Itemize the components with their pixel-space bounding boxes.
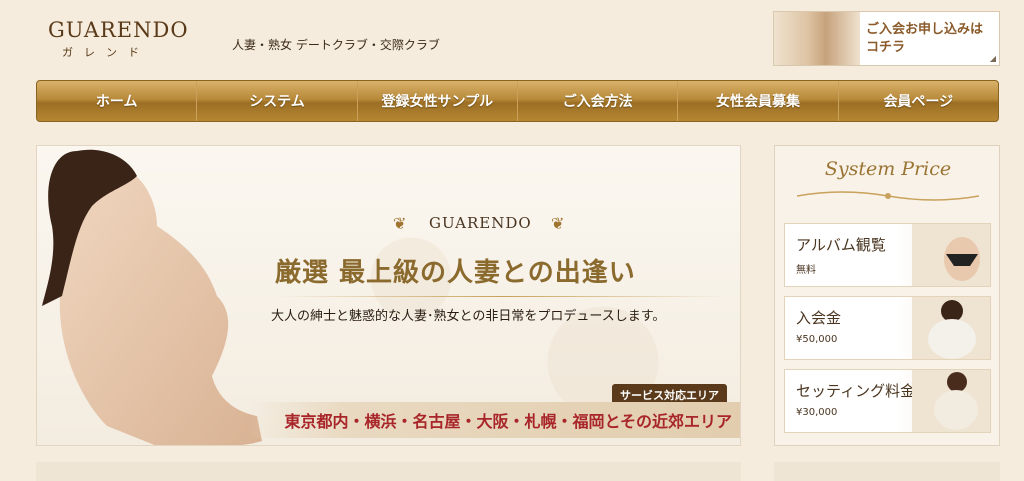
service-area-bar: 東京都内・横浜・名古屋・大阪・札幌・福岡とその近郊エリア [249,402,740,438]
nav-item-members[interactable]: 会員ページ [839,81,998,121]
footer-strip [36,462,741,481]
price-card-setting[interactable]: セッティング料金 ¥30,000 [784,369,991,433]
join-line-2: コチラ [866,40,906,55]
join-banner-photo [774,12,860,65]
price-value: ¥30,000 [796,407,838,418]
price-name: アルバム観覧 [796,236,886,254]
system-price-panel: System Price アルバム観覧 無料 入会金 ¥50,000 セッティン… [774,145,1000,446]
price-card-entry[interactable]: 入会金 ¥50,000 [784,296,991,360]
nav-item-samples[interactable]: 登録女性サンプル [358,81,518,121]
corner-arrow-icon: ◢ [989,54,996,63]
price-value: 無料 [796,265,816,276]
main-nav: ホーム システム 登録女性サンプル ご入会方法 女性会員募集 会員ページ [36,80,999,122]
price-photo [912,370,990,432]
hero-title: 厳選 最上級の人妻との出逢い [275,258,636,288]
service-area-text: 東京都内・横浜・名古屋・大阪・札幌・福岡とその近郊エリア [284,412,732,431]
hero-divider [277,296,727,297]
join-banner[interactable]: ご入会お申し込みは コチラ ◢ [773,11,1000,66]
price-photo [912,297,990,359]
nav-item-system[interactable]: システム [197,81,358,121]
logo-main-text: GUARENDO [48,18,189,42]
ornament-left-icon: ❦ [393,214,407,233]
site-tagline: 人妻・熟女 デートクラブ・交際クラブ [232,38,440,52]
ornament-right-icon: ❦ [551,214,565,233]
footer-strip-side [774,462,1000,481]
site-header: GUARENDO ガレンド 人妻・熟女 デートクラブ・交際クラブ ご入会お申し込… [0,0,1024,78]
system-price-title: System Price [824,158,952,180]
price-card-album[interactable]: アルバム観覧 無料 [784,223,991,287]
hero-brand: GUARENDO [429,214,532,232]
hero-model-image [42,149,262,445]
nav-item-join[interactable]: ご入会方法 [518,81,679,121]
join-banner-text: ご入会お申し込みは コチラ [860,12,983,65]
flourish-icon [797,191,979,201]
price-name: 入会金 [796,309,842,327]
hero-subtitle: 大人の紳士と魅惑的な人妻･熟女との非日常をプロデュースします。 [271,309,666,324]
nav-item-home[interactable]: ホーム [37,81,198,121]
price-name: セッティング料金 [796,382,916,400]
join-line-1: ご入会お申し込みは [866,22,984,37]
logo-sub-text: ガレンド [62,46,150,59]
price-value: ¥50,000 [796,334,838,345]
nav-item-recruit[interactable]: 女性会員募集 [678,81,839,121]
hero-banner: ❦ GUARENDO ❦ 厳選 最上級の人妻との出逢い 大人の紳士と魅惑的な人妻… [36,145,741,446]
price-photo [912,224,990,286]
site-logo[interactable]: GUARENDO ガレンド [48,18,189,60]
